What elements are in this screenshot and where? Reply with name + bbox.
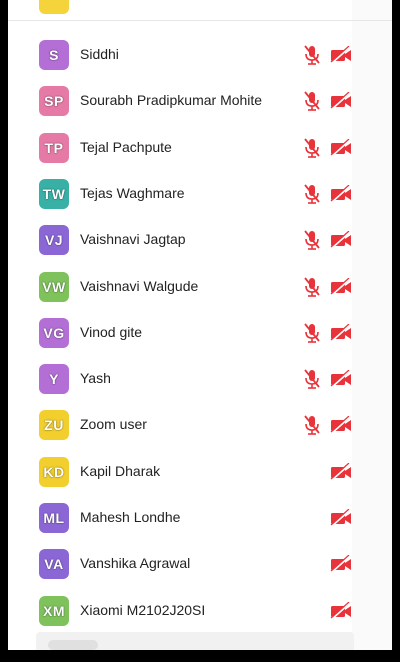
participants-panel: S Siddhi SP Sourabh Pradipkumar Mohite T… [8,0,392,650]
mic-muted-icon[interactable] [302,90,322,112]
video-off-icon[interactable] [330,323,352,342]
avatar: VJ [39,225,69,256]
participant-row[interactable]: VW Vaishnavi Walgude [8,264,392,310]
mic-muted-icon[interactable] [302,229,322,251]
avatar: Y [39,364,69,395]
participant-name: Xiaomi M2102J20SI [80,601,206,618]
participant-name: Vinod gite [80,323,143,340]
bottom-handle[interactable] [48,640,98,650]
avatar: TW [39,178,69,209]
avatar: VA [39,549,69,580]
divider [8,20,392,21]
avatar: S [39,40,69,70]
mic-muted-icon[interactable] [302,183,322,205]
participant-row[interactable]: VG Vinod gite [8,310,392,356]
video-off-icon[interactable] [330,509,352,527]
participant-name: Zoom user [80,416,147,433]
video-off-icon[interactable] [330,277,352,296]
participant-row[interactable]: SP Sourabh Pradipkumar Mohite [8,78,392,124]
participant-row[interactable]: S Siddhi [8,32,392,78]
avatar: KD [39,456,69,487]
mic-muted-icon[interactable] [302,137,322,159]
participant-row[interactable]: VA Vanshika Agrawal [8,541,392,587]
participant-name: Sourabh Pradipkumar Mohite [80,92,263,109]
participant-name: Vaishnavi Jagtap [80,231,186,248]
participant-name: Yash [80,370,111,387]
mic-muted-icon[interactable] [302,368,322,390]
participant-name: Mahesh Londhe [80,509,181,525]
avatar: XM [39,595,69,626]
participant-row[interactable]: VJ Vaishnavi Jagtap [8,217,392,263]
video-off-icon[interactable] [330,555,352,573]
participant-row[interactable]: TW Tejas Waghmare [8,171,392,217]
video-off-icon[interactable] [330,416,352,435]
avatar: ML [39,503,69,533]
mic-muted-icon[interactable] [302,276,322,298]
video-off-icon[interactable] [330,184,352,203]
participant-row[interactable]: Y Yash [8,356,392,402]
video-off-icon[interactable] [330,138,352,157]
participant-name: Tejas Waghmare [80,184,185,201]
avatar: TP [39,132,69,163]
participant-name: Kapil Dharak [80,462,161,479]
avatar: VW [39,271,69,302]
mic-muted-icon[interactable] [302,322,322,344]
participant-row[interactable]: ZU Zoom user [8,402,392,448]
video-off-icon[interactable] [330,92,352,110]
mic-muted-icon[interactable] [302,414,322,436]
mic-muted-icon[interactable] [302,44,322,66]
video-off-icon[interactable] [330,370,352,388]
video-off-icon[interactable] [330,601,352,620]
video-off-icon[interactable] [330,462,352,481]
participant-row[interactable]: KD Kapil Dharak [8,449,392,495]
partial-avatar [39,0,69,14]
participant-name: Siddhi [80,46,119,62]
participant-row[interactable]: XM Xiaomi M2102J20SI [8,588,392,634]
participant-name: Vanshika Agrawal [80,555,191,572]
video-off-icon[interactable] [330,46,352,64]
participant-name: Vaishnavi Walgude [80,277,199,294]
avatar: VG [39,317,69,348]
avatar: ZU [39,410,69,441]
avatar: SP [39,86,69,117]
participant-row[interactable]: ML Mahesh Londhe [8,495,392,541]
video-off-icon[interactable] [330,231,352,249]
participant-row[interactable]: TP Tejal Pachpute [8,125,392,171]
participant-name: Tejal Pachpute [80,138,172,155]
